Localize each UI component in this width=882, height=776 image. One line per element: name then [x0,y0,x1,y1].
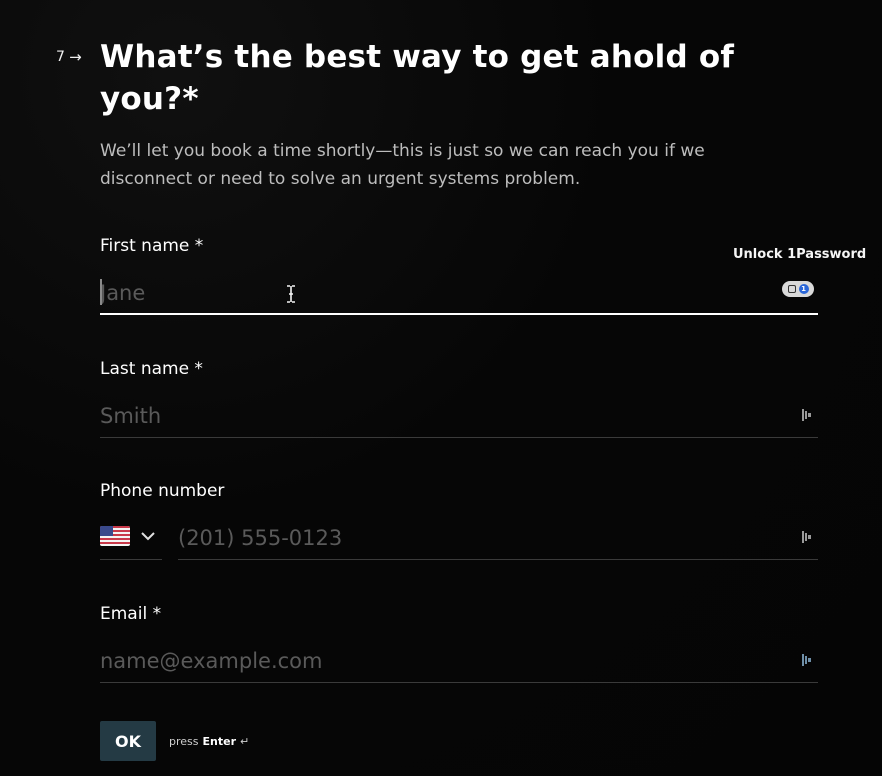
password-manager-icon[interactable] [800,653,814,667]
password-manager-icon[interactable] [800,530,814,544]
1password-badge: 1 [798,284,809,294]
password-manager-icon[interactable] [800,408,814,422]
last-name-label: Last name * [100,359,203,379]
phone-input-row [100,518,818,566]
arrow-right-icon: → [69,47,82,66]
email-input[interactable] [100,641,760,689]
question-number: 7 → [56,49,82,65]
question-title: What’s the best way to get ahold of you?… [100,39,735,117]
press-enter-hint: press Enter ↵ [169,735,249,748]
ibeam-cursor-icon [287,285,295,303]
us-flag-icon [100,526,130,546]
1password-icon[interactable]: 1 [782,281,814,297]
phone-label: Phone number [100,481,225,501]
form-actions: OK press Enter ↵ [100,721,249,761]
chevron-down-icon [141,532,155,541]
first-name-input[interactable] [100,273,760,321]
first-name-field: First name * 1 [100,236,818,321]
email-input-row [100,641,818,689]
text-cursor [100,279,102,305]
enter-key-icon: ↵ [240,734,250,748]
question-number-text: 7 [56,49,66,65]
hint-prefix: press [169,734,199,748]
hint-key: Enter [202,734,237,748]
first-name-input-row: 1 [100,273,818,321]
email-label: Email * [100,604,162,624]
last-name-input[interactable] [100,396,760,444]
phone-input[interactable] [178,518,778,566]
email-field: Email * [100,604,818,689]
lock-icon [787,285,796,293]
phone-field: Phone number [100,481,818,566]
form-page: 7 → What’s the best way to get ahold of … [0,0,882,776]
last-name-field: Last name * [100,359,818,444]
phone-input-box [178,518,818,566]
ok-button[interactable]: OK [100,721,156,761]
first-name-label: First name * [100,236,204,256]
last-name-input-row [100,396,818,444]
question-subtitle: We’ll let you book a time shortly—this i… [100,141,705,189]
unlock-1password-tooltip: Unlock 1Password [733,247,867,262]
country-selector[interactable] [100,518,162,560]
